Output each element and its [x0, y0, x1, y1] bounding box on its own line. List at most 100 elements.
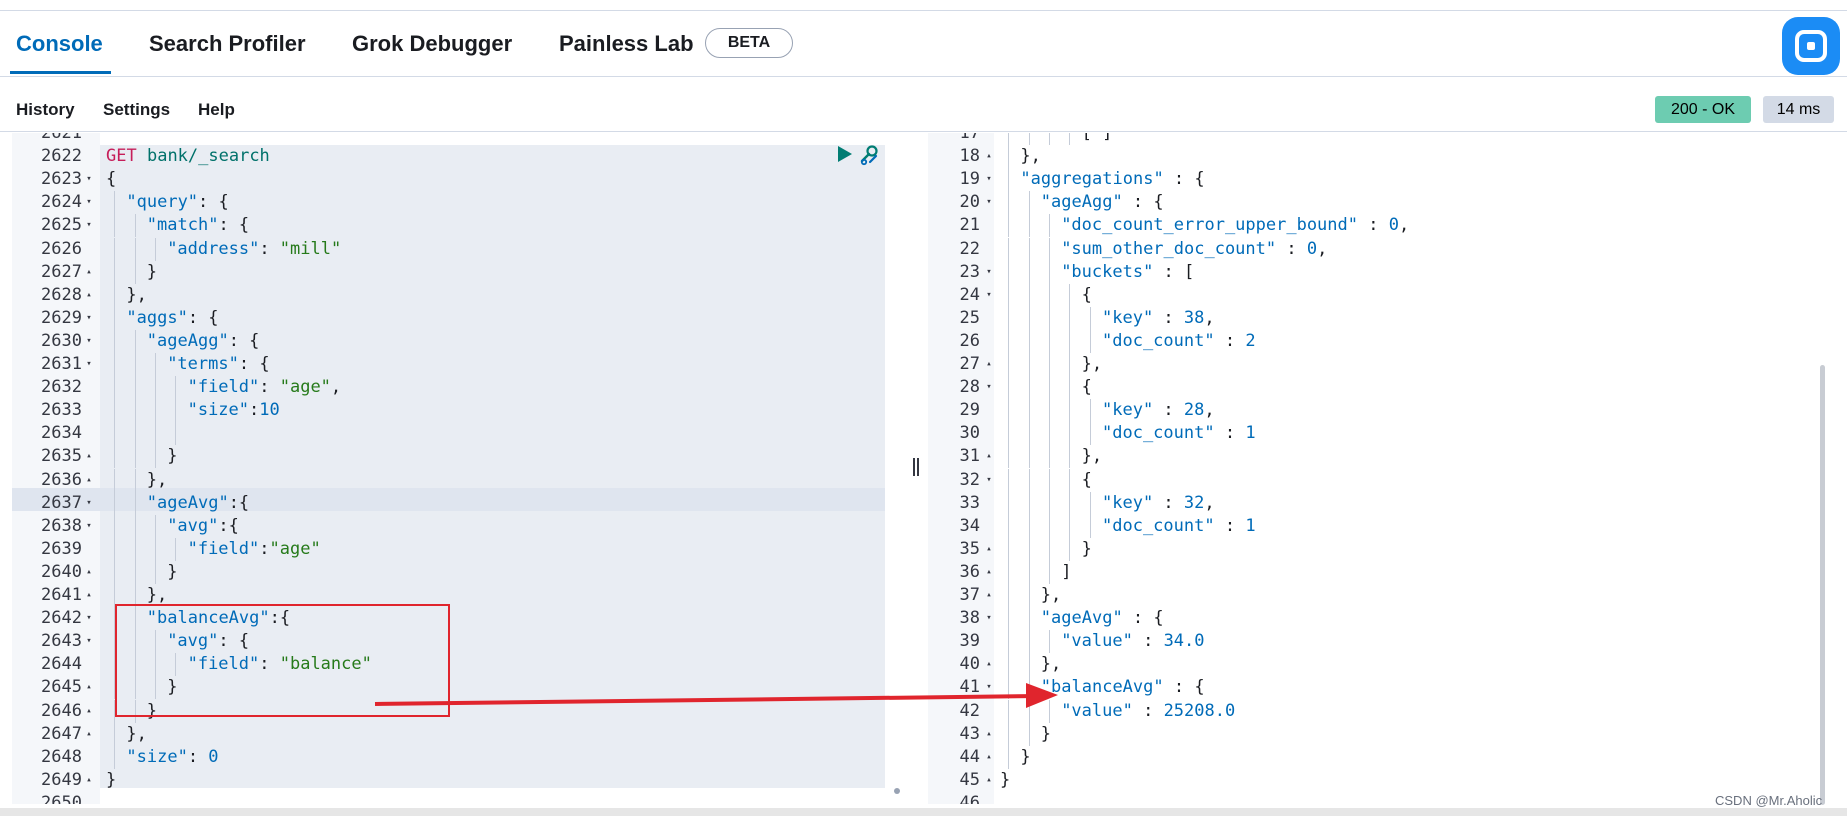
code-line[interactable]: 2650 [12, 792, 885, 804]
fold-expand-icon[interactable]: ▴ [983, 723, 995, 746]
fold-expand-icon[interactable]: ▴ [983, 653, 995, 676]
fold-expand-icon[interactable]: ▴ [983, 769, 995, 792]
code-line[interactable]: 2627 ▴} [12, 260, 885, 284]
fold-expand-icon[interactable]: ▴ [83, 723, 95, 746]
fold-collapse-icon[interactable]: ▾ [983, 676, 995, 699]
fold-collapse-icon[interactable]: ▾ [983, 376, 995, 399]
code-line[interactable]: 2638 ▾ "avg":{ [12, 514, 885, 538]
code-line[interactable]: 39 "value" : 34.0 [928, 630, 1828, 654]
tab-painless-lab[interactable]: Painless Lab [559, 31, 694, 57]
fold-collapse-icon[interactable]: ▾ [983, 607, 995, 630]
code-line[interactable]: 2623 ▾ { [12, 168, 885, 191]
fold-collapse-icon[interactable]: ▾ [83, 307, 95, 330]
code-line[interactable]: 37 ▴}, [928, 584, 1828, 608]
menu-settings[interactable]: Settings [103, 100, 170, 120]
code-line[interactable]: 30 "doc_count" : 1 [928, 422, 1828, 446]
fold-expand-icon[interactable]: ▴ [83, 261, 95, 284]
code-line[interactable]: 46 [928, 792, 1828, 804]
code-line[interactable]: 35 ▴} [928, 537, 1828, 561]
fold-expand-icon[interactable]: ▴ [983, 584, 995, 607]
fold-collapse-icon[interactable]: ▾ [83, 191, 95, 214]
pane-splitter[interactable] [913, 458, 919, 476]
code-line[interactable]: 32 ▾ { [928, 468, 1828, 492]
fold-expand-icon[interactable]: ▴ [983, 746, 995, 769]
code-line[interactable]: 2634 [12, 422, 885, 446]
code-line[interactable]: 25 "key" : 38, [928, 306, 1828, 330]
fold-expand-icon[interactable]: ▴ [83, 584, 95, 607]
fold-collapse-icon[interactable]: ▾ [983, 469, 995, 492]
code-line[interactable]: 42 "value" : 25208.0 [928, 699, 1828, 723]
code-line[interactable]: 36 ▴] [928, 560, 1828, 584]
code-line[interactable]: 2625 ▾ "match": { [12, 214, 885, 238]
fold-expand-icon[interactable]: ▴ [983, 538, 995, 561]
code-line[interactable]: 2632 "field": "age", [12, 376, 885, 400]
code-line[interactable]: 2633 "size":10 [12, 399, 885, 423]
fold-collapse-icon[interactable]: ▾ [83, 492, 95, 515]
code-line[interactable]: 2630 ▾ "ageAgg": { [12, 329, 885, 353]
code-line[interactable]: 43 ▴} [928, 722, 1828, 746]
code-line[interactable]: 31 ▴}, [928, 445, 1828, 469]
tab-search-profiler[interactable]: Search Profiler [149, 31, 306, 57]
code-line[interactable]: 2648 "size": 0 [12, 745, 885, 769]
code-line[interactable]: 2622 GET bank/_search [12, 145, 885, 168]
response-viewer[interactable]: 17[ ] 18 ▴}, 19 ▾ "aggregations" : {20 ▾ "ageAg… [928, 133, 1828, 804]
app-overlay-icon[interactable] [1782, 17, 1840, 75]
fold-collapse-icon[interactable]: ▾ [83, 630, 95, 653]
code-line[interactable]: 20 ▾ "ageAgg" : { [928, 191, 1828, 215]
code-line[interactable]: 2629 ▾ "aggs": { [12, 306, 885, 330]
code-line[interactable]: 2636 ▴}, [12, 468, 885, 492]
code-line[interactable]: 2647 ▴}, [12, 722, 885, 746]
code-line[interactable]: 2631 ▾ "terms": { [12, 353, 885, 377]
code-line[interactable]: 38 ▾ "ageAvg" : { [928, 607, 1828, 631]
fold-expand-icon[interactable]: ▴ [983, 445, 995, 468]
code-line[interactable]: 18 ▴}, [928, 145, 1828, 169]
code-line[interactable]: 44 ▴} [928, 745, 1828, 769]
menu-history[interactable]: History [16, 100, 75, 120]
code-line[interactable]: 45 ▴} [928, 769, 1828, 792]
fold-expand-icon[interactable]: ▴ [83, 676, 95, 699]
fold-expand-icon[interactable]: ▴ [83, 284, 95, 307]
fold-collapse-icon[interactable]: ▾ [983, 168, 995, 191]
code-line[interactable]: 41 ▾ "balanceAvg" : { [928, 676, 1828, 700]
code-line[interactable]: 29 "key" : 28, [928, 399, 1828, 423]
fold-collapse-icon[interactable]: ▾ [83, 353, 95, 376]
play-icon[interactable] [838, 146, 852, 162]
fold-expand-icon[interactable]: ▴ [83, 700, 95, 723]
fold-expand-icon[interactable]: ▴ [983, 561, 995, 584]
code-line[interactable]: 21 "doc_count_error_upper_bound" : 0, [928, 214, 1828, 238]
fold-collapse-icon[interactable]: ▾ [83, 515, 95, 538]
code-line[interactable]: 22 "sum_other_doc_count" : 0, [928, 237, 1828, 261]
code-line[interactable]: 17 [ ] [928, 133, 1828, 146]
fold-collapse-icon[interactable]: ▾ [983, 284, 995, 307]
code-line[interactable]: 26 "doc_count" : 2 [928, 329, 1828, 353]
code-line[interactable]: 40 ▴}, [928, 653, 1828, 677]
response-scrollbar[interactable] [1820, 365, 1825, 805]
code-line[interactable]: 2621 [12, 133, 885, 145]
fold-collapse-icon[interactable]: ▾ [983, 261, 995, 284]
tab-grok-debugger[interactable]: Grok Debugger [352, 31, 512, 57]
fold-expand-icon[interactable]: ▴ [983, 353, 995, 376]
code-line[interactable]: 27 ▴}, [928, 353, 1828, 377]
code-line[interactable]: 2628 ▴}, [12, 283, 885, 307]
code-line[interactable]: 23 ▾ "buckets" : [ [928, 260, 1828, 284]
code-line[interactable]: 19 ▾ "aggregations" : { [928, 168, 1828, 192]
code-line[interactable]: 2637 ▾ "ageAvg":{ [12, 491, 885, 515]
fold-collapse-icon[interactable]: ▾ [83, 214, 95, 237]
code-line[interactable]: 2640 ▴} [12, 560, 885, 584]
code-line[interactable]: 34 "doc_count" : 1 [928, 514, 1828, 538]
fold-expand-icon[interactable]: ▴ [983, 145, 995, 168]
fold-collapse-icon[interactable]: ▾ [83, 168, 95, 191]
code-line[interactable]: 2649 ▴} [12, 769, 885, 792]
fold-collapse-icon[interactable]: ▾ [83, 607, 95, 630]
code-line[interactable]: 24 ▾ { [928, 283, 1828, 307]
code-line[interactable]: 2624 ▾ "query": { [12, 191, 885, 215]
fold-expand-icon[interactable]: ▴ [83, 469, 95, 492]
code-line[interactable]: 28 ▾ { [928, 376, 1828, 400]
code-line[interactable]: 33 "key" : 32, [928, 491, 1828, 515]
fold-expand-icon[interactable]: ▴ [83, 769, 95, 792]
code-line[interactable]: 2639 "field":"age" [12, 537, 885, 561]
fold-expand-icon[interactable]: ▴ [83, 561, 95, 584]
menu-help[interactable]: Help [198, 100, 235, 120]
code-line[interactable]: 2635 ▴} [12, 445, 885, 469]
wrench-icon[interactable] [858, 144, 880, 166]
